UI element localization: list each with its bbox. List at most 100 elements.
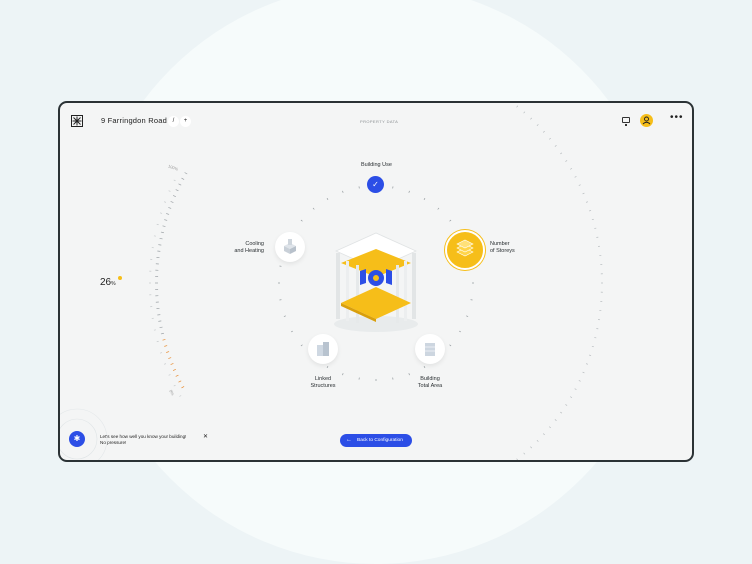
cooling-heating-label-line1: Cooling: [245, 241, 264, 247]
number-storeys-node[interactable]: [445, 230, 485, 270]
number-storeys-label-line2: of Storeys: [490, 248, 515, 254]
ring-tick: [300, 219, 303, 222]
progress-value: 26: [100, 277, 112, 288]
ring-tick: [548, 426, 551, 429]
building-use-check-icon[interactable]: ✓: [367, 176, 384, 193]
ring-tick: [523, 111, 526, 114]
ring-tick: [565, 160, 568, 162]
ring-tick: [160, 332, 164, 335]
ring-tick: [342, 373, 344, 376]
ring-tick: [449, 219, 452, 222]
ring-tick: [178, 380, 182, 383]
ring-tick: [554, 145, 557, 147]
ring-tick: [560, 152, 563, 155]
building-area-label-line1: Building: [420, 376, 440, 382]
number-storeys-label: Number of Storeys: [490, 241, 515, 255]
progress-rings: [60, 105, 603, 460]
ring-tick: [162, 225, 166, 227]
linked-structures-label-line2: Structures: [310, 383, 336, 389]
ring-tick: [574, 388, 577, 390]
ring-tick: [160, 231, 164, 234]
ring-tick: [312, 207, 315, 210]
ring-tick: [570, 396, 573, 398]
help-message-line2: No pressure!: [100, 440, 127, 445]
help-assistant-button[interactable]: ✱: [69, 431, 85, 447]
ring-tick: [423, 197, 426, 201]
ring-tick: [585, 363, 589, 365]
progress-unit: %: [111, 281, 116, 287]
linked-structures-node[interactable]: [308, 334, 338, 364]
building-area-icon: [425, 343, 435, 356]
ring-tick: [160, 352, 163, 354]
back-to-configuration-button[interactable]: ← Back to Configuration: [340, 434, 412, 447]
ring-tick: [159, 326, 163, 329]
cooling-heating-label: Cooling and Heating: [230, 241, 264, 255]
progress-gauge-ticks: [155, 172, 188, 389]
help-message-line1: Let's see how well you know your buildin…: [100, 434, 187, 439]
ring-tick: [530, 446, 533, 449]
ring-tick: [179, 395, 182, 397]
ring-tick: [570, 168, 573, 170]
progress-percentage: 26%: [100, 277, 116, 288]
linked-structures-label-line1: Linked: [314, 376, 332, 382]
back-button-label: Back to Configuration: [357, 438, 403, 443]
ring-tick: [458, 330, 462, 333]
ring-tick: [423, 365, 426, 369]
ring-tick: [163, 201, 167, 203]
ring-tick: [565, 404, 568, 406]
building-area-label-line2: Total Area: [417, 383, 443, 389]
ring-tick: [166, 213, 170, 215]
ring-tick: [536, 124, 539, 127]
ring-tick: [574, 176, 577, 178]
hvac-unit-icon: [284, 239, 296, 254]
ring-tick: [156, 223, 159, 226]
ring-tick: [523, 452, 526, 455]
cooling-heating-label-line2: and Heating: [234, 248, 264, 254]
ring-tick: [181, 386, 185, 389]
ring-tick: [163, 363, 167, 365]
linked-buildings-icon: [317, 342, 329, 356]
ring-tick: [175, 189, 179, 192]
ring-tick: [326, 197, 329, 201]
ring-tick: [170, 363, 174, 365]
ring-tick: [326, 365, 329, 369]
building-area-node[interactable]: [415, 334, 445, 364]
help-message: Let's see how well you know your buildin…: [100, 434, 186, 446]
ring-tick: [578, 184, 581, 186]
ring-tick: [582, 192, 585, 195]
ring-tick: [342, 190, 344, 193]
ring-tick: [181, 177, 185, 180]
ring-tick: [591, 345, 594, 348]
ring-tick: [408, 373, 410, 376]
help-close-icon[interactable]: ✕: [203, 433, 208, 440]
ring-tick: [166, 351, 170, 353]
progress-indicator-dot: [118, 276, 122, 280]
ring-tick: [560, 411, 563, 414]
ring-tick: [408, 190, 410, 193]
building-area-label: Building Total Area: [413, 376, 447, 390]
ring-tick: [585, 201, 589, 203]
ring-tick: [466, 315, 469, 317]
ring-tick: [300, 344, 303, 347]
ring-tick: [164, 219, 168, 221]
ring-tick: [437, 207, 440, 210]
app-window: 9 Farringdon Road / + PROPERTY DATA •••: [58, 101, 694, 462]
ring-tick: [178, 183, 182, 186]
ring-tick: [542, 130, 545, 133]
storeys-stack-icon: [456, 239, 474, 257]
ring-tick: [283, 315, 286, 317]
cooling-heating-node[interactable]: [275, 232, 305, 262]
ring-tick: [175, 374, 179, 377]
ring-tick: [449, 344, 452, 347]
ring-tick: [554, 419, 557, 421]
ring-tick: [168, 207, 172, 209]
arrow-left-icon: ←: [346, 437, 352, 443]
ring-tick: [589, 354, 592, 356]
ring-tick: [173, 179, 176, 182]
number-storeys-label-line1: Number: [490, 241, 510, 247]
ring-tick: [589, 210, 592, 212]
ring-tick: [184, 172, 188, 175]
ring-tick: [168, 357, 172, 359]
ring-tick: [170, 201, 174, 203]
ring-tick: [172, 369, 176, 371]
